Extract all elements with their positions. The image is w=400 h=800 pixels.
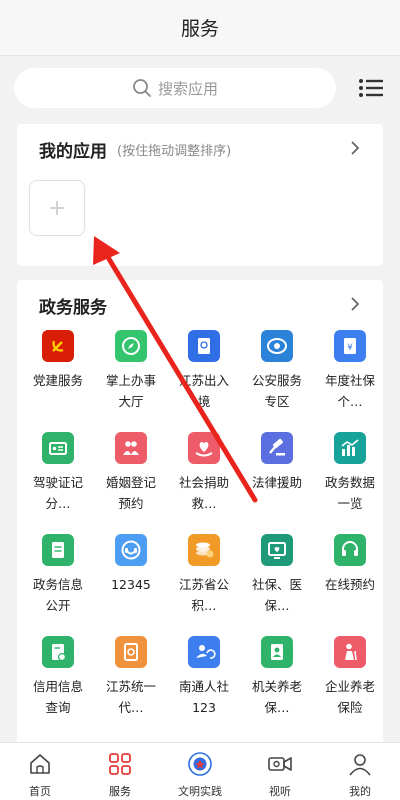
- app-label: 社保、医 保…: [251, 577, 302, 613]
- app-label: 企业养老 保险: [324, 679, 375, 715]
- search-doc-icon: [115, 636, 147, 668]
- info-doc-icon: [42, 534, 74, 566]
- chevron-right-icon[interactable]: [349, 140, 361, 156]
- search-placeholder: 搜索应用: [157, 79, 218, 98]
- headset-icon: [334, 534, 366, 566]
- list-menu-icon[interactable]: [358, 76, 384, 100]
- tab-grid[interactable]: 服务: [80, 743, 160, 800]
- party-flag-icon: [42, 330, 74, 362]
- add-app-button[interactable]: [29, 180, 85, 236]
- gov-services-header: 政务服务: [39, 292, 367, 318]
- bottom-tab-bar: 首页 服务 文明实践 视听 我的: [0, 742, 400, 800]
- chevron-right-icon[interactable]: [349, 296, 361, 312]
- tab-label: 视听: [269, 785, 291, 798]
- my-apps-hint: (按住拖动调整排序): [117, 143, 232, 159]
- gov-services-title: 政务服务: [39, 297, 107, 318]
- compass-icon: [115, 330, 147, 362]
- search-row: 搜索应用: [0, 68, 400, 110]
- app-tile[interactable]: 公安服务 专区: [240, 330, 314, 430]
- search-icon: [133, 79, 151, 97]
- tab-label: 服务: [109, 785, 131, 798]
- user-icon: [347, 751, 373, 777]
- app-label: 在线预约: [324, 577, 375, 592]
- app-tile[interactable]: 信用信息 查询: [21, 636, 95, 736]
- tab-label: 文明实践: [178, 785, 222, 798]
- license-card-icon: [42, 432, 74, 464]
- app-tile[interactable]: 掌上办事 大厅: [94, 330, 168, 430]
- app-label: 掌上办事 大厅: [105, 373, 156, 409]
- plus-icon: [50, 201, 64, 215]
- app-tile[interactable]: 驾驶证记 分…: [21, 432, 95, 532]
- hotline-icon: [115, 534, 147, 566]
- app-label: 12345: [111, 577, 151, 592]
- app-label: 社会捐助 救…: [178, 475, 229, 511]
- yuan-doc-icon: ¥: [334, 330, 366, 362]
- my-apps-card: 我的应用 (按住拖动调整排序): [17, 124, 383, 266]
- app-tile[interactable]: 在线预约: [313, 534, 387, 634]
- app-label: 机关养老 保…: [251, 679, 302, 715]
- app-label: 党建服务: [32, 373, 83, 388]
- app-label: 政务信息 公开: [32, 577, 83, 613]
- top-bar: 服务: [0, 0, 400, 56]
- tab-label: 首页: [29, 785, 51, 798]
- app-tile[interactable]: 机关养老 保…: [240, 636, 314, 736]
- elder-person-icon: [334, 636, 366, 668]
- passport-icon: [188, 330, 220, 362]
- app-tile[interactable]: 政务信息 公开: [21, 534, 95, 634]
- svg-text:¥: ¥: [347, 343, 353, 353]
- police-badge-icon: [261, 330, 293, 362]
- app-tile[interactable]: 社保、医 保…: [240, 534, 314, 634]
- app-tile[interactable]: 江苏出入境: [167, 330, 241, 430]
- grid-icon: [107, 751, 133, 777]
- app-tile[interactable]: 江苏省公 积…: [167, 534, 241, 634]
- coins-icon: [188, 534, 220, 566]
- my-apps-title: 我的应用: [39, 141, 107, 162]
- tab-emblem[interactable]: 文明实践: [160, 743, 240, 800]
- app-tile[interactable]: 党建服务: [21, 330, 95, 430]
- tab-user[interactable]: 我的: [320, 743, 400, 800]
- app-label: 年度社保 个…: [324, 373, 375, 409]
- app-tile[interactable]: 社会捐助 救…: [167, 432, 241, 532]
- app-label: 江苏出入境: [178, 373, 229, 409]
- people-refresh-icon: [188, 636, 220, 668]
- page-title: 服务: [180, 18, 219, 40]
- app-label: 公安服务 专区: [251, 373, 302, 409]
- app-label: 南通人社 123: [178, 679, 229, 715]
- credit-doc-icon: [42, 636, 74, 668]
- app-label: 江苏统一 代…: [105, 679, 156, 715]
- app-tile[interactable]: 企业养老 保险: [313, 636, 387, 736]
- app-tile[interactable]: 法律援助: [240, 432, 314, 532]
- couple-icon: [115, 432, 147, 464]
- app-label: 法律援助: [251, 475, 302, 490]
- app-label: 江苏省公 积…: [178, 577, 229, 613]
- app-tile[interactable]: 12345: [94, 534, 168, 634]
- tab-label: 我的: [349, 785, 371, 798]
- heart-hands-icon: [188, 432, 220, 464]
- tab-video[interactable]: 视听: [240, 743, 320, 800]
- app-tile[interactable]: 政务数据 一览: [313, 432, 387, 532]
- video-icon: [267, 751, 293, 777]
- app-label: 政务数据 一览: [324, 475, 375, 511]
- search-input[interactable]: 搜索应用: [14, 68, 336, 108]
- app-tile[interactable]: 江苏统一 代…: [94, 636, 168, 736]
- app-label: 驾驶证记 分…: [32, 475, 83, 511]
- gavel-icon: [261, 432, 293, 464]
- app-tile[interactable]: ¥ 年度社保 个…: [313, 330, 387, 430]
- doc-person-icon: [261, 636, 293, 668]
- my-apps-header: 我的应用 (按住拖动调整排序): [39, 136, 367, 162]
- app-label: 信用信息 查询: [32, 679, 83, 715]
- bar-chart-icon: [334, 432, 366, 464]
- app-tile[interactable]: 南通人社 123: [167, 636, 241, 736]
- tab-home[interactable]: 首页: [0, 743, 80, 800]
- home-icon: [27, 751, 53, 777]
- app-label: 婚姻登记 预约: [105, 475, 156, 511]
- gov-services-card: 政务服务 党建服务 掌上办事 大厅 江苏出入境公安服务 专区 ¥ 年度社保 个… 驾驶证记 分… 婚…: [17, 280, 383, 750]
- monitor-heart-icon: [261, 534, 293, 566]
- emblem-icon: [187, 751, 213, 777]
- app-tile[interactable]: 婚姻登记 预约: [94, 432, 168, 532]
